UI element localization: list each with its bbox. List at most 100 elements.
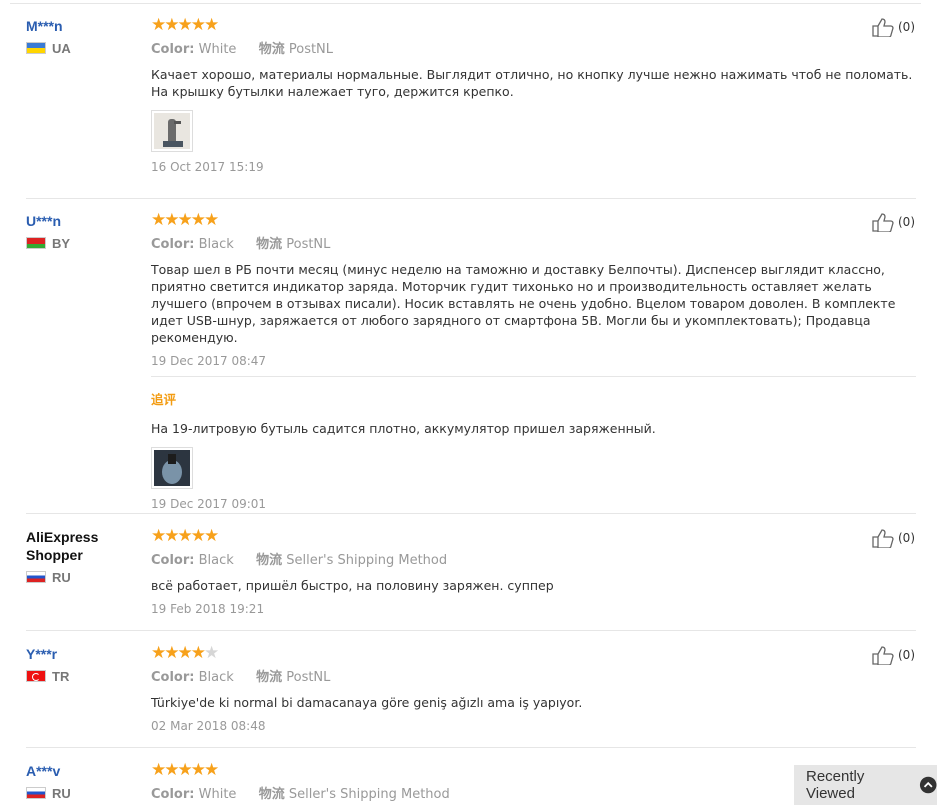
helpful-button[interactable]: (0) — [872, 528, 915, 548]
reviewer-name: Y***r — [26, 646, 58, 662]
star-filled-icon: ★ — [151, 526, 166, 546]
star-filled-icon: ★ — [177, 643, 193, 663]
country-code: TR — [52, 668, 70, 684]
star-filled-icon: ★ — [164, 643, 179, 663]
review-photo-thumbnail[interactable] — [151, 447, 193, 489]
thumbs-up-icon — [872, 18, 894, 37]
helpful-count: (0) — [898, 215, 915, 229]
color-label: Color: — [151, 553, 195, 568]
review-content: ★★★★★ Color: White 物流 PostNL Качает хоро… — [151, 17, 916, 174]
reviewer-info: Y***r TR — [26, 645, 136, 684]
shipping-value: Seller's Shipping Method — [286, 553, 448, 568]
review-text: всё работает, пришёл быстро, на половину… — [151, 578, 554, 593]
helpful-count: (0) — [898, 648, 915, 662]
star-filled-icon: ★ — [164, 526, 179, 546]
review-text: Товар шел в РБ почти месяц (минус неделю… — [151, 262, 896, 345]
top-divider — [10, 3, 921, 4]
shipping-label: 物流 — [256, 670, 283, 685]
star-filled-icon: ★ — [164, 210, 179, 230]
russia-flag-icon — [26, 571, 46, 583]
star-filled-icon: ★ — [151, 760, 166, 780]
star-filled-icon: ★ — [177, 210, 193, 230]
chevron-up-icon — [919, 776, 937, 794]
color-value: Black — [198, 237, 234, 252]
country-code: BY — [52, 235, 71, 251]
reviewer-name: U***n — [26, 213, 62, 229]
star-filled-icon: ★ — [190, 15, 206, 35]
color-value: Black — [198, 553, 234, 568]
reviewer-country: TR — [26, 668, 136, 684]
review-content: ★★★★★ Color: Black 物流 Seller's Shipping … — [151, 528, 916, 617]
review-divider — [26, 198, 916, 199]
helpful-button[interactable]: (0) — [872, 645, 915, 665]
reviewer-country: RU — [26, 785, 136, 801]
star-rating: ★★★★★ — [151, 17, 916, 34]
thumbs-up-icon — [872, 529, 894, 548]
color-label: Color: — [151, 670, 195, 685]
belarus-flag-icon — [26, 237, 46, 249]
star-filled-icon: ★ — [177, 760, 193, 780]
helpful-button[interactable]: (0) — [872, 212, 915, 232]
star-filled-icon: ★ — [204, 526, 219, 546]
reviewer-name: M***n — [26, 18, 63, 34]
review-date: 02 Mar 2018 08:48 — [151, 719, 266, 733]
country-code: RU — [52, 785, 71, 801]
shipping-label: 物流 — [258, 42, 285, 57]
star-rating: ★★★★★ — [151, 528, 916, 545]
star-rating: ★★★★★ — [151, 212, 916, 229]
additional-review-label: 追评 — [151, 392, 177, 407]
review-meta: Color: Black 物流 PostNL — [151, 237, 916, 253]
russia-flag-icon — [26, 787, 46, 799]
color-value: White — [198, 787, 237, 802]
ukraine-flag-icon — [26, 42, 46, 54]
recently-viewed-button[interactable]: Recently Viewed — [794, 765, 937, 805]
star-rating: ★★★★★ — [151, 645, 916, 662]
reviewer-info: U***n BY — [26, 212, 136, 251]
review-meta: Color: Black 物流 PostNL — [151, 670, 916, 686]
reviewer-info: AliExpress Shopper RU — [26, 528, 136, 585]
shipping-value: PostNL — [288, 42, 334, 57]
review-text: Türkiye'de ki normal bi damacanaya göre … — [151, 695, 583, 710]
helpful-button[interactable]: (0) — [872, 17, 915, 37]
color-value: White — [198, 42, 237, 57]
reviewer-name: AliExpress Shopper — [26, 529, 99, 563]
reviewer-info: M***n UA — [26, 17, 136, 56]
review-divider — [26, 747, 916, 748]
star-filled-icon: ★ — [204, 210, 219, 230]
review-divider — [26, 513, 916, 514]
star-filled-icon: ★ — [190, 210, 206, 230]
review-meta: Color: Black 物流 Seller's Shipping Method — [151, 553, 916, 569]
star-filled-icon: ★ — [177, 15, 193, 35]
star-filled-icon: ★ — [151, 15, 166, 35]
bottle-photo-icon — [154, 450, 190, 486]
country-code: UA — [52, 40, 71, 56]
review-divider — [26, 630, 916, 631]
color-label: Color: — [151, 787, 195, 802]
color-label: Color: — [151, 42, 195, 57]
review-date: 16 Oct 2017 15:19 — [151, 160, 264, 174]
review-meta: Color: White 物流 PostNL — [151, 42, 916, 58]
helpful-count: (0) — [898, 531, 915, 545]
review-text: Качает хорошо, материалы нормальные. Выг… — [151, 67, 913, 99]
star-filled-icon: ★ — [151, 643, 166, 663]
star-filled-icon: ★ — [164, 15, 179, 35]
shipping-label: 物流 — [258, 787, 285, 802]
helpful-count: (0) — [898, 20, 915, 34]
reviewer-name: A***v — [26, 763, 61, 779]
additional-divider — [151, 376, 916, 377]
star-filled-icon: ★ — [190, 526, 206, 546]
review-content: ★★★★★ Color: Black 物流 PostNL Товар шел в… — [151, 212, 916, 511]
color-value: Black — [198, 670, 234, 685]
reviewer-country: RU — [26, 570, 136, 585]
star-filled-icon: ★ — [204, 15, 219, 35]
additional-review-date: 19 Dec 2017 09:01 — [151, 497, 267, 511]
review-date: 19 Dec 2017 08:47 — [151, 354, 267, 368]
review-content: ★★★★★ Color: Black 物流 PostNL Türkiye'de … — [151, 645, 916, 734]
star-filled-icon: ★ — [204, 760, 219, 780]
shipping-value: PostNL — [286, 670, 331, 685]
review-photo-thumbnail[interactable] — [151, 110, 193, 152]
shipping-label: 物流 — [256, 237, 283, 252]
star-filled-icon: ★ — [190, 643, 206, 663]
color-label: Color: — [151, 237, 195, 252]
star-filled-icon: ★ — [190, 760, 206, 780]
